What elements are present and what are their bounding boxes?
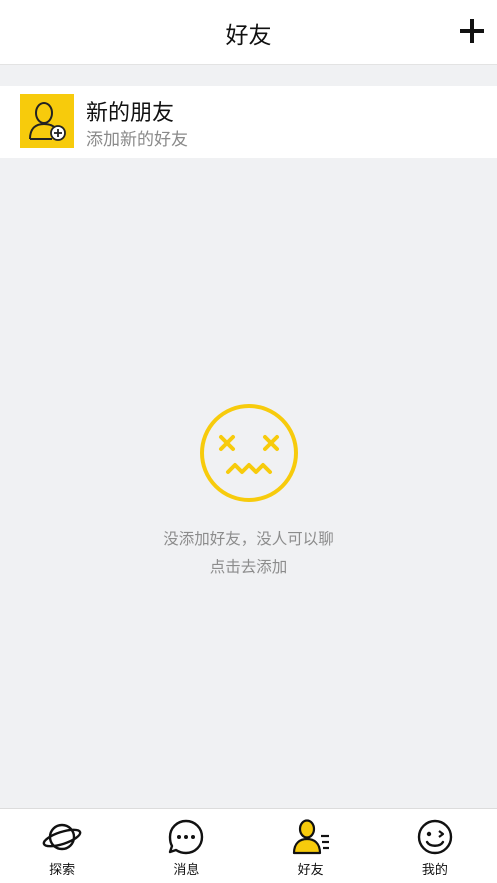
tab-label: 我的 [421, 863, 448, 878]
add-friend-button[interactable] [455, 14, 489, 48]
tab-label: 探索 [49, 863, 76, 878]
plus-icon [460, 19, 484, 43]
new-friends-avatar [20, 94, 74, 148]
top-nav-bar: 好友 [0, 0, 497, 65]
page-title: 好友 [225, 23, 272, 49]
empty-add-hint[interactable]: 点击去添加 [0, 555, 497, 577]
wink-face-icon [417, 819, 453, 855]
tab-friends[interactable]: 好友 [249, 809, 373, 883]
empty-message: 没添加好友，没人可以聊 [163, 530, 334, 548]
new-friends-title: 新的朋友 [86, 101, 175, 126]
chat-bubble-icon [169, 819, 204, 855]
new-friends-subtitle: 添加新的好友 [86, 130, 188, 150]
tab-messages[interactable]: 消息 [124, 809, 248, 883]
friends-list-icon [292, 819, 329, 855]
tab-label: 好友 [297, 863, 324, 878]
bottom-tab-bar: 探索 消息 好友 我的 [0, 808, 497, 883]
tab-label: 消息 [173, 863, 200, 878]
tab-explore[interactable]: 探索 [0, 809, 124, 883]
tab-me[interactable]: 我的 [373, 809, 497, 883]
dizzy-face-icon [200, 404, 298, 502]
new-friends-row[interactable]: 新的朋友 添加新的好友 [0, 86, 497, 158]
add-person-icon [29, 102, 66, 141]
planet-icon [42, 823, 82, 851]
